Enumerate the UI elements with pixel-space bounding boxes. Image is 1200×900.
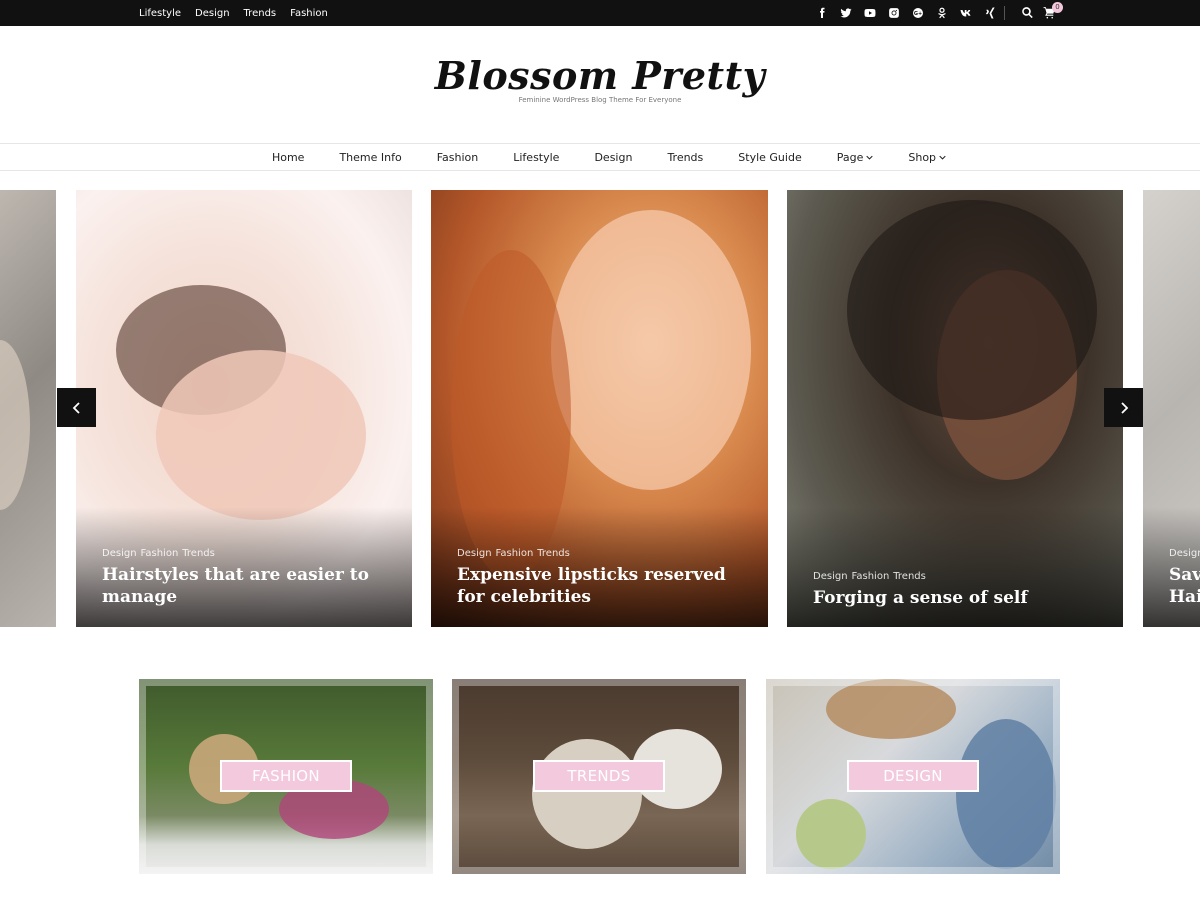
category-card-trends[interactable]: TRENDS (452, 679, 746, 874)
slide-categories: Design Fashion Trends (457, 548, 574, 559)
featured-slider: Design Fashion Trends Hairstyles that are … (0, 190, 1200, 627)
slide-category-link[interactable]: Fashion (852, 571, 890, 582)
top-nav-trends[interactable]: Trends (244, 8, 277, 19)
nav-item-style-guide[interactable]: Style Guide (738, 151, 801, 164)
slide-category-link[interactable]: Design (813, 571, 848, 582)
instagram-icon[interactable] (886, 6, 901, 21)
slide-image-figure (551, 210, 751, 490)
slide-partial-left[interactable] (0, 190, 56, 627)
nav-item-label: Lifestyle (513, 150, 560, 164)
chevron-left-icon (72, 401, 80, 414)
slide-partial-right[interactable]: Design Save Hair (1143, 190, 1200, 627)
chevron-down-icon (939, 155, 946, 160)
nav-item-label: Fashion (436, 150, 479, 164)
slide-card[interactable]: Design Fashion Trends Expensive lipsticks … (431, 190, 768, 627)
slide-category-link[interactable]: Trends (182, 548, 215, 559)
site-header: Blossom Pretty Feminine WordPress Blog T… (0, 52, 1200, 104)
slide-categories: Design Fashion Trends (102, 548, 219, 559)
category-label: FASHION (220, 760, 352, 792)
slide-title[interactable]: Expensive lipsticks reserved for celebri… (457, 564, 742, 608)
slide-categories: Design Fashion Trends (813, 571, 930, 582)
slide-category-link[interactable]: Design (102, 548, 137, 559)
site-title[interactable]: Blossom Pretty (0, 52, 1200, 100)
slide-title[interactable]: Hairstyles that are easier to manage (102, 564, 386, 608)
slide-category-link[interactable]: Trends (893, 571, 926, 582)
top-nav-lifestyle[interactable]: Lifestyle (139, 8, 181, 19)
slide-category-link[interactable]: Trends (537, 548, 570, 559)
slide-image-figure (0, 340, 30, 510)
slider-prev-button[interactable] (57, 388, 96, 427)
nav-item-label: Trends (667, 150, 704, 164)
top-bar: Lifestyle Design Trends Fashion G+ 0 (0, 0, 1200, 26)
slide-category-link[interactable]: Fashion (141, 548, 179, 559)
nav-item-label: Theme Info (339, 150, 402, 164)
slider-next-button[interactable] (1104, 388, 1143, 427)
odnoklassniki-icon[interactable] (934, 6, 949, 21)
slide-title-line: Save (1169, 565, 1200, 585)
nav-item-label: Style Guide (738, 150, 802, 164)
topbar-divider (1004, 6, 1005, 20)
slide-categories: Design (1169, 548, 1200, 559)
nav-item-lifestyle[interactable]: Lifestyle (513, 151, 559, 164)
nav-item-label: Home (271, 150, 305, 164)
nav-item-label: Design (594, 150, 633, 164)
top-nav: Lifestyle Design Trends Fashion (139, 0, 328, 26)
twitter-icon[interactable] (838, 6, 853, 21)
category-label: DESIGN (847, 760, 979, 792)
slide-card[interactable]: Design Fashion Trends Forging a sense of s… (787, 190, 1123, 627)
youtube-icon[interactable] (862, 6, 877, 21)
slide-category-link[interactable]: Design (457, 548, 492, 559)
slide-image-figure (156, 350, 366, 520)
slide-shade (787, 507, 1123, 627)
chevron-right-icon (1120, 401, 1128, 414)
slide-image-hair (847, 200, 1097, 420)
google-plus-icon[interactable]: G+ (910, 6, 925, 21)
social-links: G+ (814, 0, 997, 26)
slide-card[interactable]: Design Fashion Trends Hairstyles that are … (76, 190, 412, 627)
nav-item-label: Shop (908, 150, 937, 164)
site-tagline: Feminine WordPress Blog Theme For Everyo… (518, 96, 682, 104)
nav-item-design[interactable]: Design (594, 151, 632, 164)
vk-icon[interactable] (958, 6, 973, 21)
nav-item-page[interactable]: Page (837, 151, 874, 164)
search-icon[interactable] (1021, 6, 1035, 20)
nav-item-shop[interactable]: Shop (908, 151, 946, 164)
svg-text:G+: G+ (913, 11, 921, 17)
xing-icon[interactable] (982, 6, 997, 21)
slide-title-line: Hair (1169, 587, 1200, 607)
main-nav: Home Theme Info Fashion Lifestyle Design… (0, 143, 1200, 171)
nav-item-theme-info[interactable]: Theme Info (339, 151, 401, 164)
top-nav-fashion[interactable]: Fashion (290, 8, 328, 19)
nav-item-fashion[interactable]: Fashion (437, 151, 479, 164)
facebook-icon[interactable] (814, 6, 829, 21)
category-label: TRENDS (533, 760, 665, 792)
slide-title[interactable]: Forging a sense of self (813, 587, 1097, 609)
chevron-down-icon (866, 155, 874, 160)
nav-item-trends[interactable]: Trends (667, 151, 703, 164)
slide-category-link[interactable]: Design (1169, 548, 1200, 559)
category-card-fashion[interactable]: FASHION (139, 679, 433, 874)
category-card-design[interactable]: DESIGN (766, 679, 1060, 874)
top-nav-design[interactable]: Design (195, 8, 230, 19)
nav-item-label: Page (836, 150, 864, 164)
slide-title[interactable]: Save Hair (1169, 564, 1200, 608)
slide-category-link[interactable]: Fashion (496, 548, 534, 559)
nav-item-home[interactable]: Home (272, 151, 304, 164)
cart-count-badge: 0 (1052, 2, 1063, 13)
